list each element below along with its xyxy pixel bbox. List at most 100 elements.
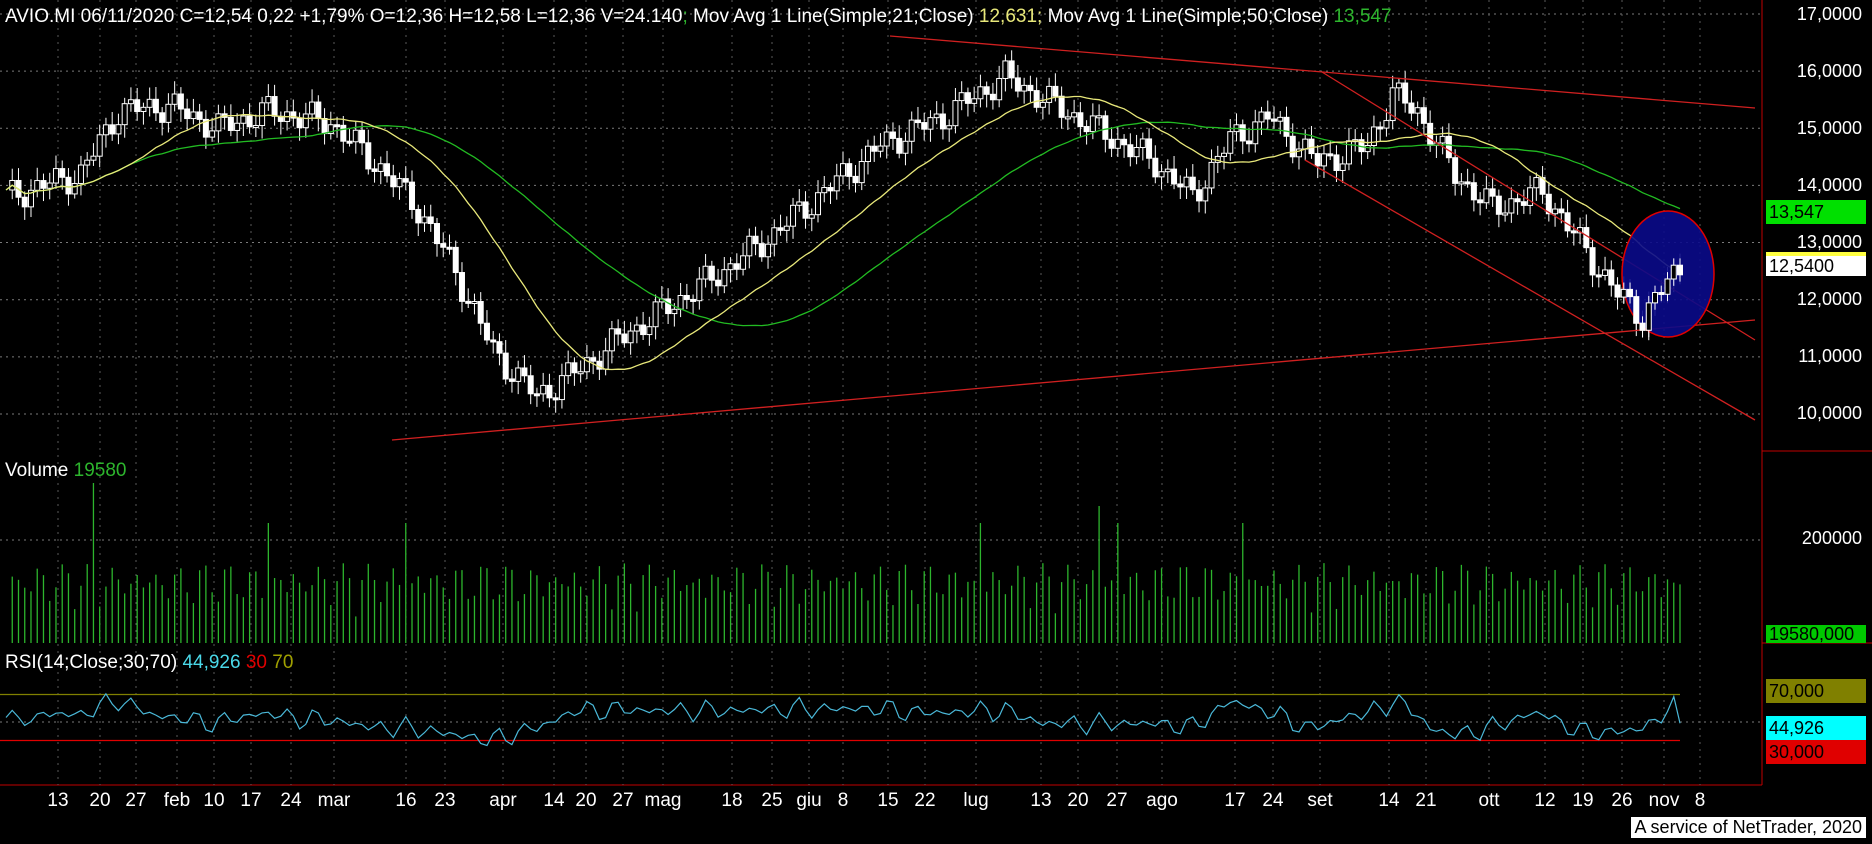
candle-body (765, 243, 772, 258)
candle-body (740, 255, 747, 270)
candle-body (1658, 292, 1665, 296)
chart-stage: AVIO.MI 06/11/2020 C=12,54 0,22 +1,79% O… (0, 0, 1872, 844)
candle-body (1533, 177, 1540, 189)
candle-body (921, 122, 928, 130)
candle-body (833, 175, 840, 192)
candle-body (1402, 82, 1409, 104)
time-tick: 24 (280, 790, 302, 811)
candle-body (433, 223, 440, 245)
candle-body (577, 371, 584, 375)
candle-body (1595, 274, 1602, 278)
rsi-label: RSI(14;Close;30;70) (5, 652, 178, 673)
candle-body (846, 163, 853, 177)
candle-body (771, 227, 778, 245)
candle-body (1602, 269, 1609, 276)
candle-body (246, 115, 253, 128)
candle-body (989, 93, 996, 101)
candle-body (1583, 227, 1590, 249)
time-tick: feb (163, 790, 191, 811)
candle-body (1502, 212, 1509, 216)
candle-body (727, 263, 734, 271)
volume-badge: 19580,000 (1766, 625, 1866, 643)
volume-tick: 200000 (1801, 528, 1862, 548)
candle-body (402, 178, 409, 183)
ma21-legend-label: Mov Avg 1 Line(Simple;21;Close) (687, 6, 974, 27)
candle-body (521, 367, 528, 377)
candle-body (90, 155, 97, 161)
candle-body (1383, 120, 1390, 129)
candle-body (265, 96, 272, 104)
candle-body (540, 384, 547, 395)
candle-body (671, 308, 678, 315)
candle-body (815, 192, 822, 216)
candle-body (1052, 85, 1059, 97)
candle-body (558, 375, 565, 401)
candle-body (1183, 176, 1190, 188)
price-chart[interactable] (0, 0, 1872, 844)
candle-body (1202, 187, 1209, 202)
candle-body (1489, 188, 1496, 197)
candle-body (796, 201, 803, 206)
candle-body (102, 124, 109, 136)
candle-body (883, 131, 890, 147)
candle-body (1283, 116, 1290, 137)
candle-body (84, 159, 91, 166)
candle-body (896, 137, 903, 154)
candle-body (1395, 82, 1402, 89)
candle-body (1364, 145, 1371, 153)
candle-body (490, 339, 497, 343)
price-tick: 13,0000 (1796, 232, 1862, 252)
candle-body (1071, 112, 1078, 118)
candle-body (1152, 157, 1159, 178)
candle-body (871, 145, 878, 152)
candle-body (259, 102, 266, 127)
candle-body (77, 164, 84, 185)
time-tick: 20 (575, 790, 597, 811)
candle-body (702, 265, 709, 280)
ma50-legend-value: 13,547 (1333, 6, 1392, 27)
candle-body (590, 357, 597, 362)
candle-body (1564, 212, 1571, 232)
candle-body (40, 180, 47, 189)
candle-body (1133, 147, 1140, 158)
candle-body (1002, 60, 1009, 80)
candle-body (1089, 115, 1096, 133)
candle-body (115, 124, 122, 135)
candle-body (690, 298, 697, 302)
candle-body (758, 243, 765, 258)
candle-body (571, 362, 578, 374)
candle-body (1171, 168, 1178, 185)
candle-body (652, 301, 659, 328)
candle-body (1470, 182, 1477, 201)
candle-body (1320, 153, 1327, 167)
price-tick: 11,0000 (1798, 346, 1862, 366)
candle-body (1314, 153, 1321, 167)
candle-body (21, 196, 28, 208)
candle-body (1639, 322, 1646, 331)
candle-body (746, 235, 753, 257)
candle-body (1302, 138, 1309, 150)
candle-body (1527, 187, 1534, 206)
candle-body (1014, 77, 1021, 92)
volume-label: Volume (5, 460, 69, 481)
candle-body (1264, 111, 1271, 120)
time-tick: 20 (1067, 790, 1089, 811)
candle-body (552, 397, 559, 401)
candle-body (1027, 84, 1034, 92)
candle-body (1445, 135, 1452, 159)
candle-body (371, 168, 378, 172)
candle-body (1102, 115, 1109, 140)
candle-body (1114, 138, 1121, 149)
candle-body (983, 86, 990, 95)
candle-body (346, 140, 353, 144)
rsi-value-badge: 44,926 (1766, 716, 1866, 740)
candle-body (1058, 95, 1065, 118)
time-tick: giu (796, 790, 822, 811)
candle-body (159, 112, 166, 123)
candle-body (415, 208, 422, 224)
candle-body (627, 330, 634, 344)
time-tick: 27 (125, 790, 147, 811)
time-tick: apr (489, 790, 517, 811)
candle-body (1458, 181, 1465, 185)
candle-body (315, 101, 322, 119)
